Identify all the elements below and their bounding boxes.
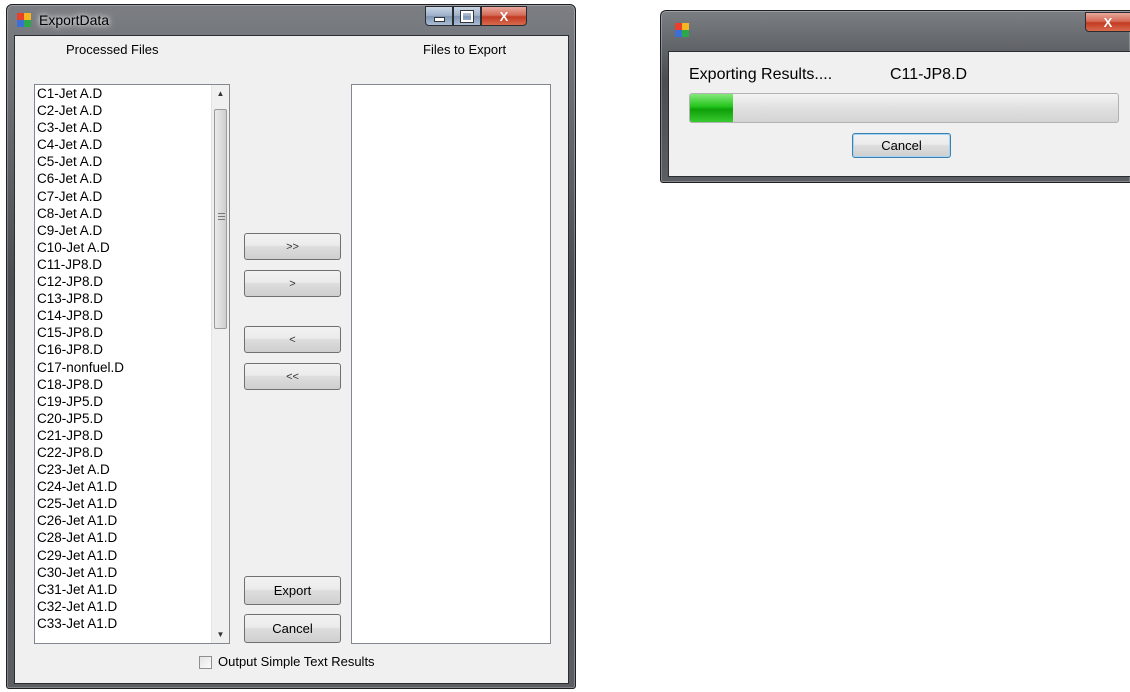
close-icon: X <box>499 8 509 24</box>
progress-window: X Exporting Results.... C11-JP8.D Cancel <box>660 10 1130 183</box>
close-icon: X <box>1103 14 1113 30</box>
list-item[interactable]: C25-Jet A1.D <box>35 495 212 512</box>
list-item[interactable]: C23-Jet A.D <box>35 461 212 478</box>
export-progress-bar <box>689 93 1119 123</box>
export-button[interactable]: Export <box>244 576 341 605</box>
add-button[interactable]: > <box>244 270 341 297</box>
list-item[interactable]: C21-JP8.D <box>35 427 212 444</box>
list-item[interactable]: C26-Jet A1.D <box>35 512 212 529</box>
app-icon-q2 <box>24 13 31 20</box>
export-client-area: Processed Files Files to Export C1-Jet A… <box>14 35 569 684</box>
app-icon-q2 <box>682 23 689 30</box>
list-item[interactable]: C11-JP8.D <box>35 256 212 273</box>
grip-line-3 <box>218 219 225 220</box>
list-item[interactable]: C12-JP8.D <box>35 273 212 290</box>
progress-fill <box>690 94 733 122</box>
progress-title-bar[interactable]: X <box>661 11 1130 41</box>
progress-client-area: Exporting Results.... C11-JP8.D Cancel <box>668 51 1130 177</box>
list-item[interactable]: C18-JP8.D <box>35 376 212 393</box>
list-item[interactable]: C6-Jet A.D <box>35 170 212 187</box>
export-data-window: ExportData X Processed Files Files to Ex… <box>6 4 576 689</box>
scrollbar-thumb[interactable] <box>214 109 227 329</box>
current-file-label: C11-JP8.D <box>890 66 968 83</box>
app-icon-q3 <box>17 20 24 27</box>
list-item[interactable]: C5-Jet A.D <box>35 153 212 170</box>
maximize-button[interactable] <box>453 6 481 26</box>
window-title: ExportData <box>39 12 110 28</box>
list-item[interactable]: C20-JP5.D <box>35 410 212 427</box>
files-to-export-list[interactable] <box>351 84 551 644</box>
list-item[interactable]: C10-Jet A.D <box>35 239 212 256</box>
list-item[interactable]: C31-Jet A1.D <box>35 581 212 598</box>
list-item[interactable]: C17-nonfuel.D <box>35 359 212 376</box>
list-item[interactable]: C9-Jet A.D <box>35 222 212 239</box>
list-item[interactable]: C2-Jet A.D <box>35 102 212 119</box>
output-simple-text-checkbox[interactable] <box>199 656 212 669</box>
grip-line-1 <box>218 213 225 214</box>
app-icon-q4 <box>682 30 689 37</box>
processed-files-list[interactable]: C1-Jet A.D C2-Jet A.D C3-Jet A.D C4-Jet A.D… <box>34 84 230 644</box>
processed-files-label: Processed Files <box>66 42 159 57</box>
exporting-status-label: Exporting Results.... <box>689 66 833 83</box>
app-icon-q1 <box>17 13 24 20</box>
grip-line-2 <box>218 216 225 217</box>
app-icon-q1 <box>675 23 682 30</box>
list-item[interactable]: C4-Jet A.D <box>35 136 212 153</box>
list-item[interactable]: C8-Jet A.D <box>35 205 212 222</box>
list-item[interactable]: C33-Jet A1.D <box>35 615 212 632</box>
list-item[interactable]: C7-Jet A.D <box>35 188 212 205</box>
remove-all-button[interactable]: << <box>244 363 341 390</box>
app-icon-q4 <box>24 20 31 27</box>
list-item[interactable]: C16-JP8.D <box>35 341 212 358</box>
files-to-export-label: Files to Export <box>423 42 507 57</box>
progress-app-icon <box>675 23 689 37</box>
list-item[interactable]: C13-JP8.D <box>35 290 212 307</box>
scroll-up-icon[interactable]: ▲ <box>212 85 229 102</box>
list-item[interactable]: C1-Jet A.D <box>35 85 212 102</box>
remove-button[interactable]: < <box>244 326 341 353</box>
list-item[interactable]: C32-Jet A1.D <box>35 598 212 615</box>
close-button[interactable]: X <box>481 6 527 26</box>
list-item[interactable]: C15-JP8.D <box>35 324 212 341</box>
minimize-icon <box>433 16 445 22</box>
title-bar[interactable]: ExportData X <box>7 5 575 35</box>
app-icon-q3 <box>675 30 682 37</box>
list-item[interactable]: C22-JP8.D <box>35 444 212 461</box>
cancel-button[interactable]: Cancel <box>244 614 341 643</box>
list-item[interactable]: C28-Jet A1.D <box>35 529 212 546</box>
list-item[interactable]: C3-Jet A.D <box>35 119 212 136</box>
output-simple-text-label[interactable]: Output Simple Text Results <box>218 654 375 669</box>
scroll-down-icon[interactable]: ▼ <box>212 626 229 643</box>
list-item[interactable]: C19-JP5.D <box>35 393 212 410</box>
maximize-icon <box>460 9 474 23</box>
add-all-button[interactable]: >> <box>244 233 341 260</box>
minimize-button[interactable] <box>425 6 453 26</box>
list-item[interactable]: C30-Jet A1.D <box>35 564 212 581</box>
processed-files-items: C1-Jet A.D C2-Jet A.D C3-Jet A.D C4-Jet A.D… <box>35 85 212 632</box>
list-item[interactable]: C29-Jet A1.D <box>35 547 212 564</box>
list-item[interactable]: C14-JP8.D <box>35 307 212 324</box>
processed-files-scrollbar[interactable]: ▲ ▼ <box>211 85 229 643</box>
list-item[interactable]: C24-Jet A1.D <box>35 478 212 495</box>
app-icon <box>17 13 31 27</box>
progress-close-button[interactable]: X <box>1085 12 1130 32</box>
progress-cancel-button[interactable]: Cancel <box>852 133 951 158</box>
